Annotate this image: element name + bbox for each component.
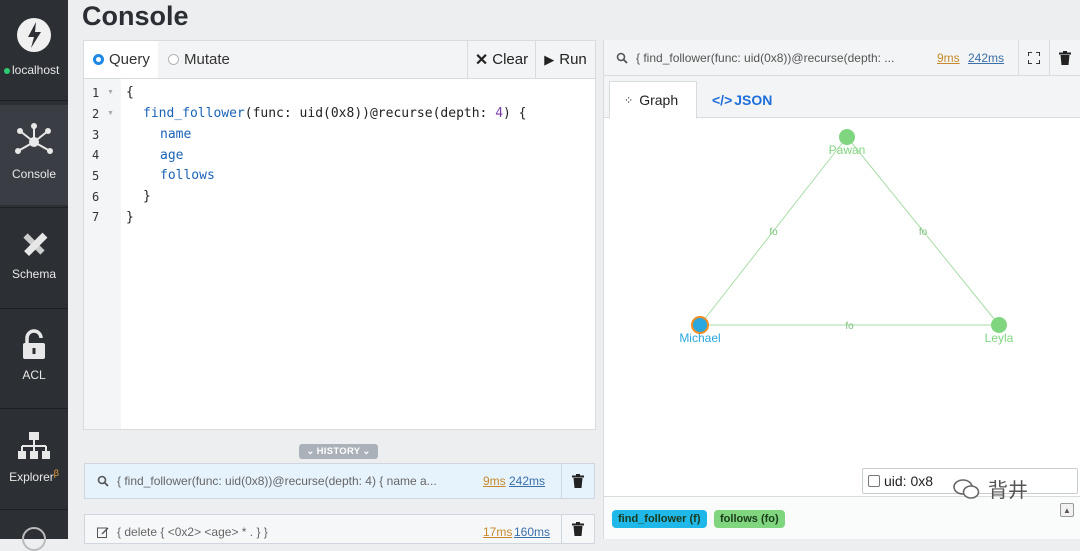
- hierarchy-icon: [18, 432, 50, 459]
- search-icon: [97, 475, 109, 487]
- edge-label: fo: [919, 227, 928, 238]
- code-line: find_follower(func: uid(0x8))@recurse(de…: [143, 106, 527, 121]
- play-icon: ▶: [544, 51, 555, 67]
- code-icon: </>: [712, 92, 733, 108]
- collapse-legend-button[interactable]: ▲: [1060, 503, 1074, 517]
- trash-icon: [1059, 51, 1071, 65]
- server-label: localhost: [12, 63, 60, 77]
- result-tabs: ⁘ Graph </> JSON: [604, 76, 1080, 119]
- sidebar-item-label: ACL: [22, 368, 46, 382]
- legend-predicate[interactable]: follows (fo): [714, 510, 785, 528]
- result-panel: { find_follower(func: uid(0x8))@recurse(…: [603, 40, 1080, 539]
- clear-button[interactable]: ✕ Clear: [467, 41, 535, 78]
- dgraph-logo-icon: [17, 18, 51, 52]
- sidebar-item-schema[interactable]: Schema: [0, 208, 68, 308]
- sidebar-item-acl[interactable]: ACL: [0, 309, 68, 409]
- graph-canvas[interactable]: fo fo fo Pawan Michael Leyla: [604, 119, 1080, 496]
- page-title: Console: [82, 1, 189, 31]
- query-mode-radio[interactable]: Query: [84, 41, 158, 78]
- node-label: Pawan: [829, 143, 866, 157]
- code-line: follows: [160, 168, 215, 183]
- help-icon[interactable]: [22, 527, 46, 551]
- radio-unselected-icon: [168, 54, 179, 65]
- code-line: {: [126, 85, 134, 100]
- history-item[interactable]: { find_follower(func: uid(0x8))@recurse(…: [84, 463, 595, 499]
- line-number: 2: [92, 107, 100, 121]
- tab-graph[interactable]: ⁘ Graph: [609, 81, 697, 119]
- total-latency: 160ms: [514, 525, 551, 539]
- line-number: 7: [92, 210, 100, 224]
- line-number: 6: [92, 190, 100, 204]
- code-line: name: [160, 127, 192, 142]
- fold-arrow-icon[interactable]: ▼: [107, 89, 114, 96]
- server-latency: 9ms: [937, 51, 960, 65]
- chevron-down-icon: ⌄: [306, 446, 315, 457]
- server-connection[interactable]: localhost: [0, 0, 68, 100]
- chevron-down-icon: ⌄: [362, 446, 371, 457]
- fold-arrow-icon[interactable]: ▼: [107, 110, 114, 117]
- close-icon: ✕: [474, 51, 489, 69]
- total-latency: 242ms: [968, 51, 1005, 65]
- lock-icon: [23, 329, 45, 359]
- delete-history-button[interactable]: [561, 464, 594, 498]
- watermark: 背井: [952, 474, 1028, 503]
- history-toggle-button[interactable]: ⌄ HISTORY ⌄: [299, 444, 378, 459]
- edit-icon: [97, 527, 109, 538]
- server-status-dot: [4, 68, 10, 74]
- result-query-text: { find_follower(func: uid(0x8))@recurse(…: [636, 51, 895, 65]
- query-editor-panel: Query Mutate ✕ Clear ▶ Run 1 ▼ 2 ▼ 3 4 5 6…: [83, 40, 596, 430]
- chat-bubble-icon: [953, 478, 980, 499]
- sidebar-item-label: Schema: [11, 267, 57, 281]
- sidebar-item-console[interactable]: Console: [0, 105, 68, 205]
- total-latency: 242ms: [509, 474, 546, 488]
- tab-json[interactable]: </> JSON: [712, 81, 772, 119]
- result-header: { find_follower(func: uid(0x8))@recurse(…: [604, 40, 1080, 76]
- pencil-ruler-icon: [23, 232, 48, 257]
- node-label: Leyla: [985, 331, 1014, 345]
- trash-icon: [572, 474, 584, 488]
- sidebar-item-label: Console: [11, 167, 57, 181]
- sidebar-item-explorer[interactable]: Explorerβ: [0, 409, 68, 509]
- line-number: 4: [92, 148, 100, 162]
- history-query-text: { find_follower(func: uid(0x8))@recurse(…: [117, 474, 437, 488]
- radio-selected-icon: [93, 54, 104, 65]
- line-number: 3: [92, 128, 100, 142]
- edge-label: fo: [769, 227, 778, 238]
- server-latency: 9ms: [483, 474, 506, 488]
- history-query-text: { delete { <0x2> <age> * . } }: [117, 525, 268, 539]
- fullscreen-button[interactable]: [1018, 40, 1049, 76]
- sidebar-item-label: Explorerβ: [9, 468, 59, 484]
- server-latency: 17ms: [483, 525, 513, 539]
- node-label: Michael: [679, 331, 720, 345]
- copy-icon[interactable]: [868, 475, 880, 487]
- edge-label: fo: [845, 321, 854, 332]
- line-number-gutter: 1 ▼ 2 ▼ 3 4 5 6 7: [84, 79, 121, 429]
- code-line: }: [143, 189, 151, 204]
- delete-result-button[interactable]: [1049, 40, 1080, 76]
- code-line: }: [126, 210, 134, 225]
- mutate-mode-radio[interactable]: Mutate: [159, 41, 239, 78]
- legend-predicate[interactable]: find_follower (f): [612, 510, 707, 528]
- code-line: age: [160, 148, 184, 163]
- editor-toolbar: Query Mutate ✕ Clear ▶ Run: [84, 41, 595, 79]
- history-item[interactable]: { delete { <0x2> <age> * . } } 17ms 160m…: [84, 514, 595, 544]
- line-number: 5: [92, 169, 100, 183]
- run-button[interactable]: ▶ Run: [535, 41, 595, 78]
- trash-icon: [572, 522, 584, 536]
- line-number: 1: [92, 86, 100, 100]
- sidebar: localhost Console Schema ACL Explorerβ: [0, 0, 68, 551]
- search-icon: [616, 52, 628, 64]
- graph-sparkle-icon: ⁘: [624, 94, 634, 107]
- graph-nodes-icon: [15, 123, 53, 154]
- expand-icon: [1028, 52, 1040, 64]
